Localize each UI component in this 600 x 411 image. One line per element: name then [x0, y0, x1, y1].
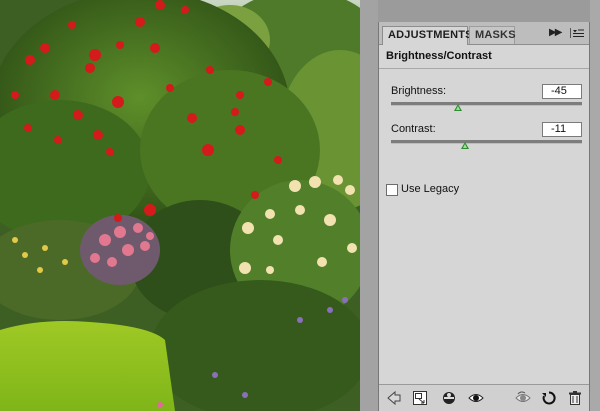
- brightness-slider-thumb[interactable]: [453, 104, 462, 111]
- workspace-edge: [590, 0, 600, 411]
- contrast-label: Contrast:: [391, 123, 436, 135]
- tab-adjustments[interactable]: ADJUSTMENTS: [382, 26, 473, 45]
- view-previous-icon[interactable]: [515, 390, 531, 406]
- adjustments-panel: ADJUSTMENTS MASKS ▶▶ Brightness/Contrast…: [378, 22, 590, 411]
- previous-state-icon[interactable]: [441, 390, 457, 406]
- garden-photo: [0, 0, 360, 411]
- brightness-slider-track[interactable]: [391, 102, 582, 106]
- panel-footer: [379, 384, 589, 411]
- contrast-input[interactable]: -11: [542, 122, 582, 137]
- contrast-slider-track[interactable]: [391, 140, 582, 144]
- clip-to-layer-icon[interactable]: [412, 390, 428, 406]
- document-canvas[interactable]: [0, 0, 360, 411]
- panel-menu-icon[interactable]: [570, 27, 584, 39]
- reset-icon[interactable]: [541, 390, 557, 406]
- divider: [379, 68, 589, 69]
- brightness-label: Brightness:: [391, 85, 447, 97]
- use-legacy-checkbox[interactable]: [386, 184, 398, 196]
- contrast-slider-thumb[interactable]: [461, 142, 470, 149]
- double-chevron-right-icon[interactable]: ▶▶: [549, 27, 562, 39]
- panel-tab-bar: ADJUSTMENTS MASKS ▶▶: [379, 22, 589, 45]
- adjustment-title: Brightness/Contrast: [386, 50, 492, 62]
- brightness-input[interactable]: -45: [542, 84, 582, 99]
- use-legacy-label: Use Legacy: [401, 183, 460, 195]
- trash-icon[interactable]: [567, 390, 583, 406]
- tab-masks[interactable]: MASKS: [469, 26, 516, 44]
- visibility-eye-icon[interactable]: [468, 390, 484, 406]
- workspace-background: [360, 0, 378, 411]
- return-arrow-icon[interactable]: [386, 390, 402, 406]
